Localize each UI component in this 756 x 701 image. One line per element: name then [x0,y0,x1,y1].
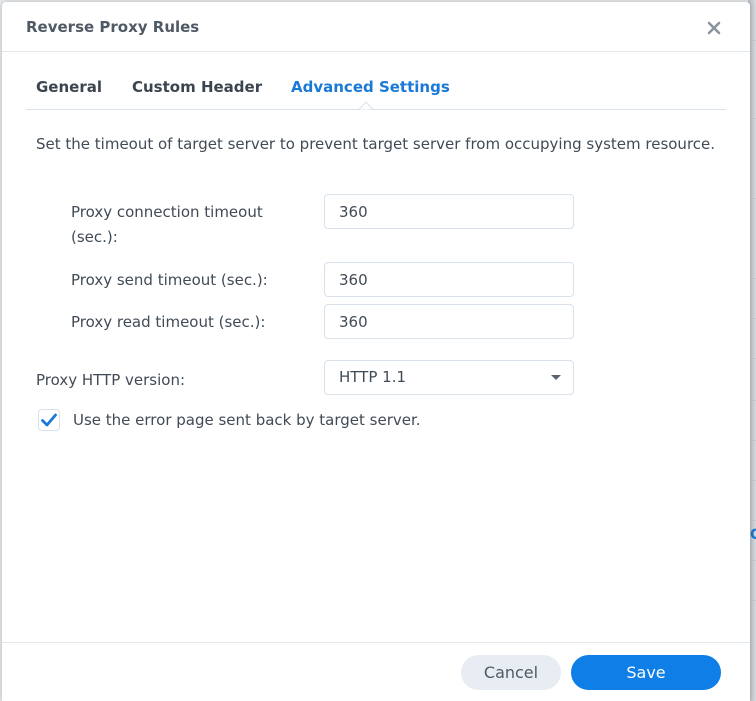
http-version-label: Proxy HTTP version: [36,371,186,389]
send-timeout-label: Proxy send timeout (sec.): [71,271,268,289]
connection-timeout-label-line2: (sec.): [71,228,118,246]
tab-custom-header[interactable]: Custom Header [132,78,262,96]
connection-timeout-label-line1: Proxy connection timeout [71,203,263,221]
error-page-checkbox[interactable] [38,409,60,431]
dialog-footer: Cancel Save [2,642,750,701]
close-button[interactable] [702,16,726,40]
cancel-button[interactable]: Cancel [461,655,561,690]
chevron-down-icon [551,375,561,380]
background-link-icon: C [750,527,756,543]
connection-timeout-label: Proxy connection timeout (sec.): [71,200,263,250]
active-tab-indicator [359,101,373,110]
save-button[interactable]: Save [571,655,721,690]
tab-advanced-settings[interactable]: Advanced Settings [291,78,450,96]
reverse-proxy-rules-dialog: Reverse Proxy Rules General Custom Heade… [2,2,750,701]
connection-timeout-input[interactable] [324,194,574,229]
http-version-select[interactable]: HTTP 1.1 [324,360,574,395]
checkmark-icon [41,413,57,427]
http-version-selected-value: HTTP 1.1 [339,368,407,386]
close-icon [707,21,721,35]
timeout-description: Set the timeout of target server to prev… [36,135,716,153]
dialog-title: Reverse Proxy Rules [26,18,200,36]
error-page-checkbox-label[interactable]: Use the error page sent back by target s… [73,409,421,431]
read-timeout-label: Proxy read timeout (sec.): [71,313,266,331]
send-timeout-input[interactable] [324,262,574,297]
read-timeout-input[interactable] [324,304,574,339]
dialog-header: Reverse Proxy Rules [2,2,750,52]
tab-bar: General Custom Header Advanced Settings [26,52,726,110]
tab-general[interactable]: General [36,78,102,96]
